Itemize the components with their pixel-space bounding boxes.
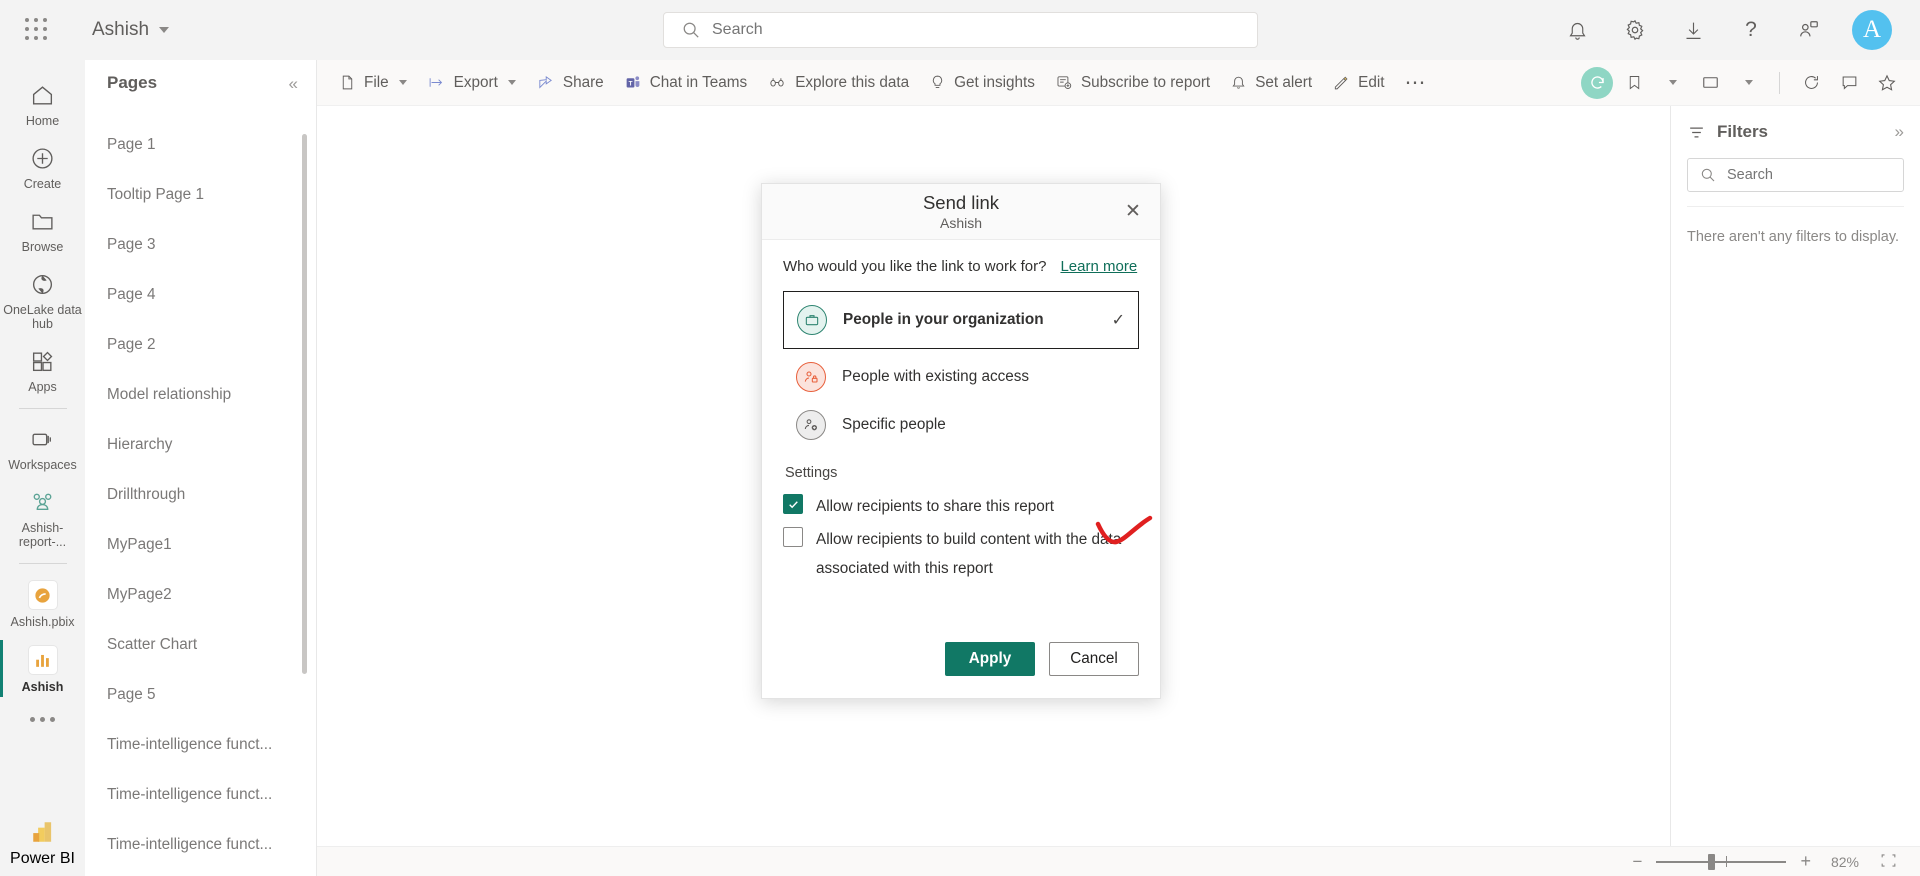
audience-question: Who would you like the link to work for? [783,258,1047,275]
setting-label: Allow recipients to build content with t… [816,531,1122,577]
dialog-header: Send link Ashish ✕ [762,184,1160,240]
settings-section-label: Settings [785,465,838,481]
people-add-icon [796,410,826,440]
checkbox-unchecked-icon[interactable] [783,527,803,547]
dialog-body: Who would you like the link to work for?… [762,240,1160,642]
send-link-dialog: Send link Ashish ✕ Who would you like th… [761,183,1161,699]
audience-option-organization[interactable]: People in your organization ✓ [783,291,1139,349]
dialog-footer: Apply Cancel [762,642,1160,698]
briefcase-icon [797,305,827,335]
cancel-button[interactable]: Cancel [1049,642,1139,676]
learn-more-link[interactable]: Learn more [1060,258,1137,275]
audience-question-row: Who would you like the link to work for?… [783,258,1139,275]
setting-allow-share[interactable]: Allow recipients to share this report [783,492,1139,521]
checkmark-icon: ✓ [1111,312,1125,329]
setting-allow-build[interactable]: Allow recipients to build content with t… [783,525,1139,583]
people-lock-icon [796,362,826,392]
audience-option-specific-people[interactable]: Specific people [783,401,1139,449]
audience-option-label: Specific people [842,416,946,433]
dialog-title: Send link [922,192,1000,213]
audience-option-label: People in your organization [843,311,1044,328]
apply-button[interactable]: Apply [945,642,1035,676]
checkbox-checked-icon[interactable] [783,494,803,514]
setting-label: Allow recipients to share this report [816,498,1055,515]
dialog-subtitle: Ashish [939,215,983,231]
dialog-overlay: Send link Ashish ✕ Who would you like th… [0,0,1920,876]
audience-option-label: People with existing access [842,368,1030,385]
audience-option-existing-access[interactable]: People with existing access [783,353,1139,401]
close-x-icon[interactable]: ✕ [1120,198,1146,224]
